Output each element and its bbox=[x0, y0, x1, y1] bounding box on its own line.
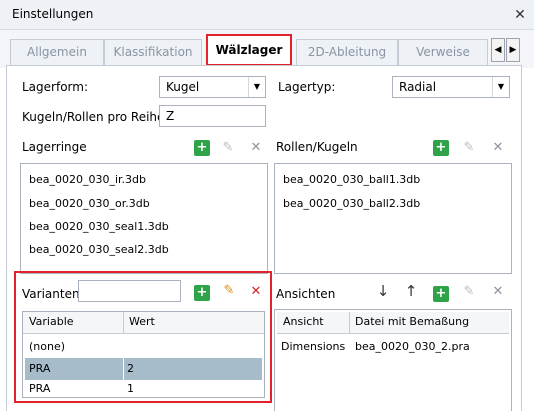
cell-wert: 2 bbox=[127, 362, 134, 375]
lagertyp-select[interactable]: Radial ▼ bbox=[392, 76, 510, 98]
add-icon[interactable]: + bbox=[429, 282, 449, 302]
lagertyp-value: Radial bbox=[399, 80, 437, 94]
cell-ansicht: Dimensions bbox=[281, 340, 346, 353]
column-divider bbox=[123, 358, 124, 380]
ansichten-label: Ansichten bbox=[276, 287, 336, 301]
column-header-wert[interactable]: Wert bbox=[129, 315, 155, 328]
tab-waelzlager[interactable]: Wälzlager bbox=[206, 34, 292, 66]
tab-2d-ableitung[interactable]: 2D-Ableitung bbox=[296, 39, 398, 65]
title-bar: Einstellungen bbox=[0, 0, 534, 30]
list-item[interactable]: bea_0020_030_ball1.3db bbox=[283, 173, 420, 186]
edit-icon[interactable]: ✎ bbox=[220, 140, 236, 156]
delete-icon[interactable]: ✕ bbox=[248, 284, 264, 300]
grid-header: Ansicht Datei mit Bemaßung bbox=[277, 312, 509, 334]
column-header-variable[interactable]: Variable bbox=[29, 315, 74, 328]
edit-icon[interactable]: ✎ bbox=[221, 283, 237, 299]
delete-icon[interactable]: ✕ bbox=[490, 284, 506, 300]
cell-variable: PRA bbox=[29, 362, 51, 375]
table-row[interactable]: PRA 1 bbox=[23, 379, 264, 397]
lagerringe-label: Lagerringe bbox=[22, 140, 87, 154]
kugeln-value: Z bbox=[166, 109, 175, 123]
ansichten-grid[interactable]: Ansicht Datei mit Bemaßung Dimensions be… bbox=[274, 309, 512, 411]
arrow-down-icon[interactable]: ↓ bbox=[375, 283, 391, 299]
add-icon[interactable]: + bbox=[190, 136, 210, 156]
column-divider bbox=[123, 312, 124, 334]
lagerringe-list[interactable]: bea_0020_030_ir.3db bea_0020_030_or.3db … bbox=[20, 163, 268, 274]
grid-header: Variable Wert bbox=[23, 312, 264, 334]
tab-klassifikation[interactable]: Klassifikation bbox=[104, 39, 202, 65]
chevron-down-icon[interactable]: ▼ bbox=[248, 77, 265, 97]
column-header-ansicht[interactable]: Ansicht bbox=[283, 315, 324, 328]
lagerform-select[interactable]: Kugel ▼ bbox=[159, 76, 266, 98]
table-row[interactable]: (none) bbox=[23, 336, 264, 358]
cell-datei: bea_0020_030_2.pra bbox=[355, 340, 470, 353]
delete-icon[interactable]: ✕ bbox=[490, 140, 506, 156]
tab-verweise[interactable]: Verweise bbox=[398, 39, 488, 65]
rollen-list[interactable]: bea_0020_030_ball1.3db bea_0020_030_ball… bbox=[274, 163, 512, 274]
list-item[interactable]: bea_0020_030_ball2.3db bbox=[283, 197, 420, 210]
edit-icon[interactable]: ✎ bbox=[461, 140, 477, 156]
add-icon[interactable]: + bbox=[429, 136, 449, 156]
cell-variable: PRA bbox=[29, 382, 51, 395]
kugeln-input[interactable]: Z bbox=[159, 105, 266, 127]
tab-scroll-left-button[interactable]: ◀ bbox=[491, 38, 505, 62]
arrow-up-icon[interactable]: ↑ bbox=[403, 283, 419, 299]
lagertyp-label: Lagertyp: bbox=[278, 80, 336, 94]
table-row[interactable]: Dimensions bea_0020_030_2.pra bbox=[277, 336, 509, 358]
edit-icon[interactable]: ✎ bbox=[461, 284, 477, 300]
list-item[interactable]: bea_0020_030_seal2.3db bbox=[29, 243, 169, 256]
lagerform-label: Lagerform: bbox=[22, 80, 88, 94]
varianten-grid[interactable]: Variable Wert (none) PRA 2 PRA 1 bbox=[22, 311, 265, 398]
list-item[interactable]: bea_0020_030_seal1.3db bbox=[29, 220, 169, 233]
varianten-label: Varianten bbox=[22, 287, 80, 301]
list-item[interactable]: bea_0020_030_ir.3db bbox=[29, 173, 146, 186]
tab-allgemein[interactable]: Allgemein bbox=[10, 39, 104, 65]
delete-icon[interactable]: ✕ bbox=[248, 140, 264, 156]
rollen-label: Rollen/Kugeln bbox=[276, 140, 358, 154]
cell-wert: 1 bbox=[127, 382, 134, 395]
kugeln-label: Kugeln/Rollen pro Reihe: bbox=[22, 110, 169, 124]
column-divider bbox=[349, 312, 350, 334]
close-icon[interactable]: ✕ bbox=[512, 7, 528, 23]
add-icon[interactable]: + bbox=[190, 281, 210, 301]
table-row-selected[interactable]: PRA 2 bbox=[25, 358, 262, 380]
cell-variable: (none) bbox=[29, 340, 66, 353]
varianten-input[interactable] bbox=[78, 280, 181, 302]
lagerform-value: Kugel bbox=[166, 80, 200, 94]
tab-scroll-right-button[interactable]: ▶ bbox=[506, 38, 520, 62]
list-item[interactable]: bea_0020_030_or.3db bbox=[29, 197, 150, 210]
window-title: Einstellungen bbox=[12, 7, 94, 21]
column-header-datei[interactable]: Datei mit Bemaßung bbox=[355, 315, 469, 328]
chevron-down-icon[interactable]: ▼ bbox=[492, 77, 509, 97]
